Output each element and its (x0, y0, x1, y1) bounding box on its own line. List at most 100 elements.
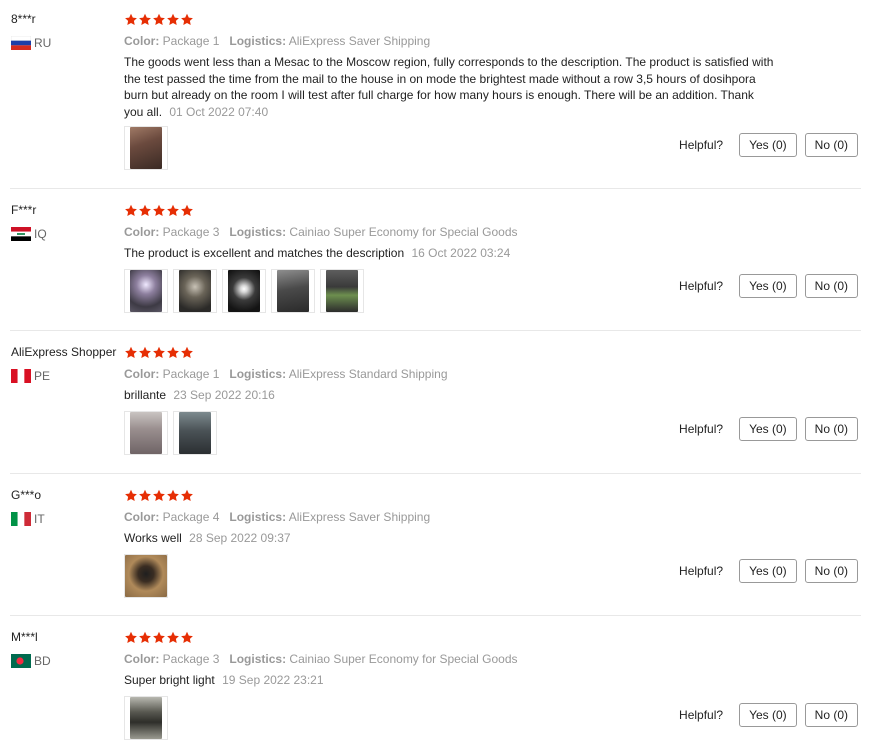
reviewer-country: IQ (11, 227, 47, 241)
color-value: Package 3 (162, 225, 220, 239)
star-icon (139, 489, 151, 501)
reviewer-country: PE (11, 369, 50, 383)
reviewer-name: F***r (11, 203, 37, 217)
star-icon (125, 13, 137, 25)
star-icon (139, 204, 151, 216)
review-photo[interactable] (124, 696, 168, 740)
review-body: Super bright light (124, 673, 215, 687)
review-body: Works well (124, 531, 182, 545)
review-meta: Color: Package 4 Logistics: AliExpress Sa… (124, 510, 430, 524)
helpful-vote: Helpful? Yes (0) No (0) (679, 274, 858, 298)
review-photo[interactable] (271, 269, 315, 313)
star-icon (125, 346, 137, 358)
helpful-yes-button[interactable]: Yes (0) (739, 417, 797, 441)
review-meta: Color: Package 1 Logistics: AliExpress St… (124, 367, 448, 381)
logistics-value: Cainiao Super Economy for Special Goods (289, 652, 518, 666)
star-icon (167, 631, 179, 643)
review-text: The goods went less than a Mesac to the … (124, 54, 774, 120)
logistics-label: Logistics: (229, 652, 287, 666)
divider (10, 330, 861, 331)
country-code: PE (34, 369, 51, 383)
helpful-yes-button[interactable]: Yes (0) (739, 559, 797, 583)
review-photo[interactable] (124, 126, 168, 170)
review-date: 23 Sep 2022 20:16 (173, 388, 275, 402)
helpful-no-button[interactable]: No (0) (804, 133, 858, 157)
helpful-no-button[interactable]: No (0) (804, 274, 858, 298)
flag-ru-icon (11, 36, 31, 50)
logistics-value: AliExpress Saver Shipping (288, 34, 431, 48)
flag-it-icon (11, 512, 31, 526)
review-photo[interactable] (173, 269, 217, 313)
reviewer-name: AliExpress Shopper (11, 345, 117, 359)
review-text: brillante 23 Sep 2022 20:16 (124, 387, 774, 404)
star-icon (125, 631, 137, 643)
review-text: Works well 28 Sep 2022 09:37 (124, 530, 774, 547)
color-value: Package 1 (162, 34, 220, 48)
star-rating (124, 204, 194, 217)
country-code: IT (34, 512, 45, 526)
reviewer-name: G***o (11, 488, 42, 502)
logistics-value: Cainiao Super Economy for Special Goods (289, 225, 518, 239)
review-photo[interactable] (173, 411, 217, 455)
reviewer-country: IT (11, 512, 45, 526)
color-label: Color: (124, 652, 160, 666)
logistics-value: AliExpress Saver Shipping (288, 510, 431, 524)
star-icon (181, 489, 193, 501)
reviewer-country: BD (11, 654, 51, 668)
review-body: brillante (124, 388, 167, 402)
review-photo[interactable] (124, 411, 168, 455)
color-value: Package 4 (162, 510, 220, 524)
review-photos (124, 126, 173, 170)
star-icon (167, 489, 179, 501)
helpful-yes-button[interactable]: Yes (0) (739, 274, 797, 298)
star-icon (181, 13, 193, 25)
reviewer-name: 8***r (11, 12, 36, 26)
review-date: 28 Sep 2022 09:37 (189, 531, 291, 545)
review-meta: Color: Package 1 Logistics: AliExpress Sa… (124, 34, 430, 48)
review-text: Super bright light 19 Sep 2022 23:21 (124, 672, 774, 689)
country-code: RU (34, 36, 52, 50)
review-photo[interactable] (222, 269, 266, 313)
helpful-no-button[interactable]: No (0) (804, 417, 858, 441)
star-icon (181, 346, 193, 358)
star-rating (124, 489, 194, 502)
reviewer-country: RU (11, 36, 51, 50)
helpful-no-button[interactable]: No (0) (804, 703, 858, 727)
helpful-yes-button[interactable]: Yes (0) (739, 133, 797, 157)
star-icon (153, 631, 165, 643)
review-text: The product is excellent and matches the… (124, 245, 774, 262)
star-icon (139, 13, 151, 25)
star-rating (124, 631, 194, 644)
review-date: 01 Oct 2022 07:40 (169, 104, 269, 119)
star-icon (181, 204, 193, 216)
helpful-yes-button[interactable]: Yes (0) (739, 703, 797, 727)
star-icon (139, 631, 151, 643)
helpful-label: Helpful? (679, 422, 724, 436)
logistics-label: Logistics: (229, 225, 287, 239)
review-body: The product is excellent and matches the… (124, 246, 405, 260)
color-label: Color: (124, 34, 160, 48)
review-photo[interactable] (320, 269, 364, 313)
review-photo[interactable] (124, 269, 168, 313)
star-icon (181, 631, 193, 643)
logistics-value: AliExpress Standard Shipping (288, 367, 448, 381)
star-icon (153, 346, 165, 358)
color-label: Color: (124, 367, 160, 381)
divider (10, 615, 861, 616)
helpful-vote: Helpful? Yes (0) No (0) (679, 703, 858, 727)
helpful-label: Helpful? (679, 138, 724, 152)
color-label: Color: (124, 225, 160, 239)
divider (10, 473, 861, 474)
helpful-vote: Helpful? Yes (0) No (0) (679, 559, 858, 583)
flag-iq-icon (11, 227, 31, 241)
star-icon (167, 13, 179, 25)
star-icon (167, 346, 179, 358)
star-icon (125, 204, 137, 216)
star-icon (153, 489, 165, 501)
star-icon (139, 346, 151, 358)
review-photos (124, 554, 173, 598)
country-code: IQ (34, 227, 47, 241)
flag-pe-icon (11, 369, 31, 383)
review-photo[interactable] (124, 554, 168, 598)
helpful-no-button[interactable]: No (0) (804, 559, 858, 583)
